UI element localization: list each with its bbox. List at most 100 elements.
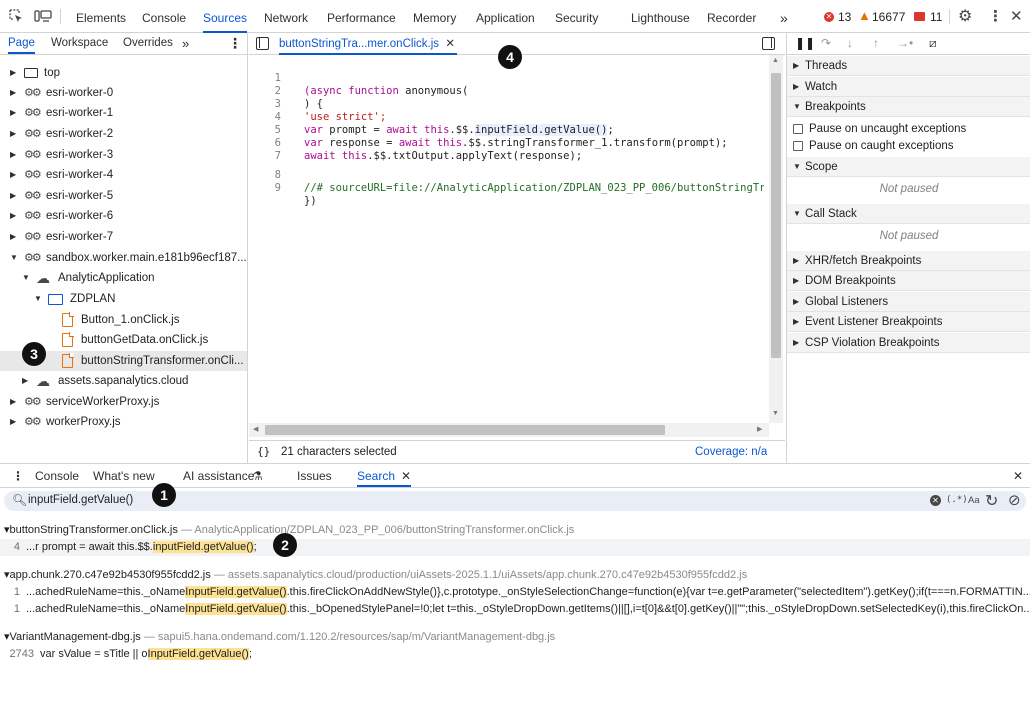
- expand-arrow-icon[interactable]: ▶: [10, 145, 16, 165]
- editor-file-tab[interactable]: buttonStringTra...mer.onClick.js ✕: [279, 33, 457, 55]
- pause-icon[interactable]: ❚❚: [795, 36, 815, 50]
- close-drawer-icon[interactable]: ✕: [1013, 464, 1023, 487]
- tab-search[interactable]: Search ✕: [357, 464, 412, 489]
- match-case-toggle[interactable]: Aa: [968, 495, 980, 506]
- tree-item-worker[interactable]: ▶ ⚙⚙ esri-worker-0: [0, 83, 247, 103]
- deactivate-breakpoints-icon[interactable]: ⧄: [929, 36, 937, 51]
- pause-caught-checkbox[interactable]: [793, 141, 803, 151]
- tab-recorder[interactable]: Recorder: [707, 0, 756, 32]
- tree-item-top[interactable]: ▶ top: [0, 63, 247, 83]
- drawer-menu-icon[interactable]: ⋮: [12, 464, 24, 487]
- tab-workspace[interactable]: Workspace: [51, 33, 108, 54]
- expand-arrow-icon[interactable]: ▶: [10, 392, 16, 412]
- collapse-arrow-icon[interactable]: ▼: [22, 268, 30, 288]
- expand-arrow-icon[interactable]: ▶: [10, 412, 16, 432]
- search-result-line[interactable]: 2743 var sValue = sTitle || oInputField.g…: [0, 646, 1030, 663]
- section-event-listener-breakpoints[interactable]: ▶ Event Listener Breakpoints: [787, 312, 1030, 332]
- settings-gear-icon[interactable]: ⚙: [958, 6, 972, 26]
- scroll-up-arrow-icon[interactable]: ▲: [772, 57, 779, 64]
- step-icon[interactable]: →•: [897, 36, 913, 50]
- section-threads[interactable]: ▶ Threads: [787, 56, 1030, 76]
- tree-item-worker[interactable]: ▶ ⚙⚙ esri-worker-7: [0, 227, 247, 247]
- tree-item-worker[interactable]: ▶ ⚙⚙ esri-worker-5: [0, 186, 247, 206]
- vertical-scroll-thumb[interactable]: [771, 73, 781, 358]
- section-call-stack[interactable]: ▼ Call Stack: [787, 204, 1030, 224]
- warning-count[interactable]: 16677: [872, 10, 905, 24]
- expand-arrow-icon[interactable]: ▶: [10, 124, 16, 144]
- close-devtools-icon[interactable]: ✕: [1010, 7, 1023, 25]
- tab-network[interactable]: Network: [264, 0, 308, 32]
- tab-overrides[interactable]: Overrides: [123, 33, 173, 54]
- expand-arrow-icon[interactable]: ▶: [10, 83, 16, 103]
- tab-memory[interactable]: Memory: [413, 0, 456, 32]
- tree-item-assets[interactable]: ▶ ☁ assets.sapanalytics.cloud: [0, 371, 247, 391]
- expand-arrow-icon[interactable]: ▶: [10, 103, 16, 123]
- expand-arrow-icon[interactable]: ▶: [10, 165, 16, 185]
- section-watch[interactable]: ▶ Watch: [787, 77, 1030, 97]
- search-result-line[interactable]: 4 ...r prompt = await this.$$.inputField.…: [0, 539, 1030, 556]
- tab-elements[interactable]: Elements: [76, 0, 126, 32]
- section-xhr-breakpoints[interactable]: ▶ XHR/fetch Breakpoints: [787, 251, 1030, 271]
- collapse-arrow-icon[interactable]: ▼: [34, 289, 42, 309]
- expand-arrow-icon[interactable]: ▶: [10, 227, 16, 247]
- more-tabs-button[interactable]: »: [780, 0, 788, 32]
- expand-arrow-icon[interactable]: ▶: [10, 63, 16, 83]
- search-result-line[interactable]: 1 ...achedRuleName=this._oNameInputField.…: [0, 601, 1030, 618]
- pause-caught-checkbox-row[interactable]: Pause on caught exceptions: [787, 136, 1030, 156]
- tab-performance[interactable]: Performance: [327, 0, 396, 32]
- collapse-arrow-icon[interactable]: ▼: [10, 248, 18, 268]
- tree-item-worker[interactable]: ▶ ⚙⚙ esri-worker-6: [0, 206, 247, 226]
- horizontal-scrollbar[interactable]: ◀ ▶: [249, 423, 769, 437]
- expand-arrow-icon[interactable]: ▶: [10, 206, 16, 226]
- search-result-file[interactable]: ▾buttonStringTransformer.onClick.js — An…: [4, 522, 1030, 538]
- toggle-debugger-icon[interactable]: [762, 37, 775, 50]
- scroll-right-arrow-icon[interactable]: ▶: [757, 425, 762, 433]
- more-navigator-tabs-button[interactable]: »: [182, 33, 189, 54]
- refresh-icon[interactable]: ↻: [985, 491, 998, 511]
- tree-item-worker[interactable]: ▶ ⚙⚙ serviceWorkerProxy.js: [0, 392, 247, 412]
- section-scope[interactable]: ▼ Scope: [787, 157, 1030, 177]
- regex-toggle[interactable]: (.*): [946, 495, 968, 505]
- search-result-line[interactable]: 1 ...achedRuleName=this._oNameInputField.…: [0, 584, 1030, 601]
- tab-page[interactable]: Page: [8, 33, 35, 54]
- expand-arrow-icon[interactable]: ▶: [22, 371, 28, 391]
- expand-arrow-icon[interactable]: ▶: [10, 186, 16, 206]
- tab-sources[interactable]: Sources: [203, 0, 248, 33]
- issues-count[interactable]: 11: [930, 10, 942, 24]
- horizontal-scroll-thumb[interactable]: [265, 425, 665, 435]
- tree-item-sandbox-worker[interactable]: ▼ ⚙⚙ sandbox.worker.main.e181b96ecf187..…: [0, 248, 247, 268]
- scroll-down-arrow-icon[interactable]: ▼: [772, 410, 779, 417]
- tree-item-analytic-application[interactable]: ▼ ☁ AnalyticApplication: [0, 268, 247, 288]
- pause-uncaught-checkbox[interactable]: [793, 124, 803, 134]
- tab-application[interactable]: Application: [476, 0, 535, 32]
- section-breakpoints[interactable]: ▼ Breakpoints: [787, 97, 1030, 117]
- tab-console[interactable]: Console: [142, 0, 186, 32]
- vertical-scrollbar[interactable]: ▲ ▼: [769, 55, 783, 423]
- tree-item-file[interactable]: Button_1.onClick.js: [0, 310, 247, 330]
- tree-item-worker[interactable]: ▶ ⚙⚙ esri-worker-1: [0, 103, 247, 123]
- section-dom-breakpoints[interactable]: ▶ DOM Breakpoints: [787, 271, 1030, 291]
- step-over-icon[interactable]: ↷: [821, 36, 831, 50]
- coverage-link[interactable]: Coverage: n/a: [695, 441, 767, 463]
- code-area[interactable]: 1 (async function anonymous( 2 ) { 3 'us…: [249, 59, 769, 229]
- search-result-file[interactable]: ▾app.chunk.270.c47e92b4530f955fcdd2.js —…: [4, 567, 1030, 583]
- close-search-tab-icon[interactable]: ✕: [401, 464, 411, 489]
- step-into-icon[interactable]: ↓: [847, 36, 853, 50]
- more-options-icon[interactable]: ⋮: [988, 7, 1003, 25]
- toggle-navigator-icon[interactable]: [256, 37, 269, 50]
- error-count[interactable]: 13: [838, 10, 851, 24]
- scroll-left-arrow-icon[interactable]: ◀: [253, 425, 258, 433]
- tab-console-drawer[interactable]: Console: [35, 464, 79, 487]
- tab-lighthouse[interactable]: Lighthouse: [631, 0, 690, 32]
- tab-issues[interactable]: Issues: [297, 464, 332, 487]
- search-result-file[interactable]: ▾VariantManagement-dbg.js — sapui5.hana.…: [4, 629, 1030, 645]
- search-input[interactable]: inputField.getValue(): [28, 494, 133, 506]
- clear-results-icon[interactable]: ⊘: [1008, 491, 1021, 509]
- close-tab-icon[interactable]: ✕: [445, 33, 455, 55]
- pretty-print-braces-icon[interactable]: {}: [257, 441, 270, 463]
- tab-ai-assistance[interactable]: AI assistance: [183, 464, 254, 487]
- tree-item-worker[interactable]: ▶ ⚙⚙ esri-worker-4: [0, 165, 247, 185]
- section-csp-violation-breakpoints[interactable]: ▶ CSP Violation Breakpoints: [787, 333, 1030, 353]
- tree-item-worker[interactable]: ▶ ⚙⚙ esri-worker-2: [0, 124, 247, 144]
- tab-whats-new[interactable]: What's new: [93, 464, 155, 487]
